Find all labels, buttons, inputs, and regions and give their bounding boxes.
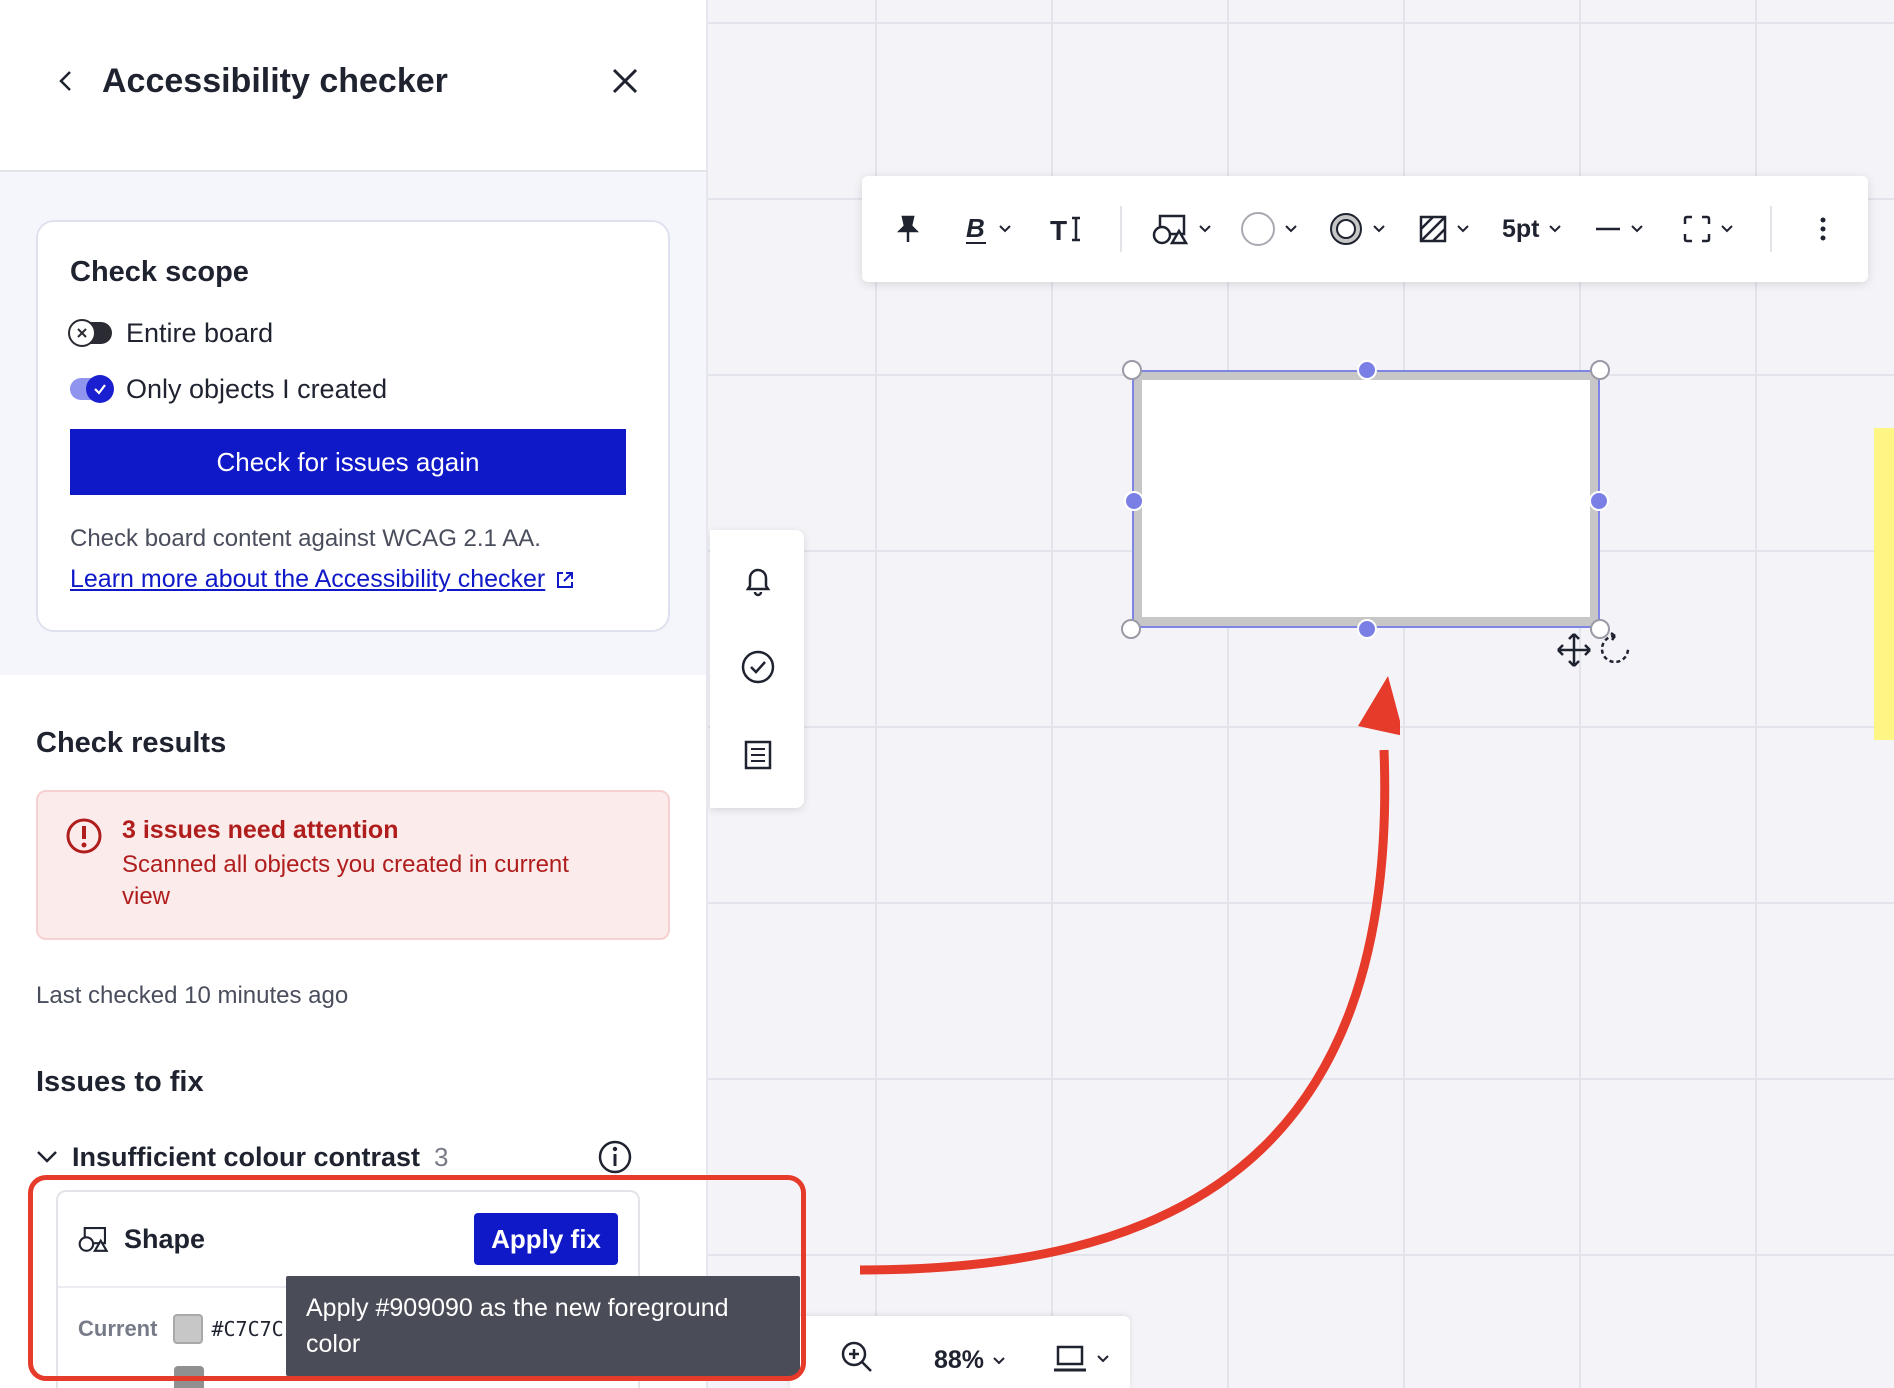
shape-frame-dropdown[interactable] (1682, 206, 1734, 252)
bell-icon[interactable] (740, 562, 776, 598)
sticky-note[interactable] (1874, 428, 1894, 740)
border-style-dropdown[interactable] (1418, 206, 1470, 252)
suggested-color-swatch (174, 1366, 204, 1388)
info-icon[interactable] (597, 1139, 633, 1175)
category-label: Insufficient colour contrast (72, 1141, 421, 1172)
toggle-switch-off[interactable] (68, 319, 112, 347)
connector-handle-top[interactable] (1357, 360, 1377, 380)
option-label: Entire board (126, 317, 274, 348)
chevron-down-icon (1457, 225, 1469, 233)
resize-handle-bottom-left[interactable] (1121, 619, 1141, 639)
chevron-down-icon (1548, 225, 1561, 233)
back-icon[interactable] (52, 66, 80, 96)
current-color-swatch (173, 1314, 204, 1344)
apply-fix-button[interactable]: Apply fix (474, 1213, 618, 1265)
chevron-down-icon (1721, 225, 1733, 233)
resize-handle-top-left[interactable] (1122, 360, 1142, 380)
bold-dropdown[interactable]: B (964, 206, 1012, 252)
check-icon (94, 384, 106, 395)
toggle-only-my-objects[interactable]: Only objects I created (70, 361, 636, 417)
zoom-level-dropdown[interactable]: 88% (934, 1346, 1006, 1375)
issues-alert: 3 issues need attention Scanned all obje… (36, 790, 670, 940)
scope-card: Check scope Entire board Only objects I … (36, 220, 670, 632)
connector-handle-bottom[interactable] (1357, 619, 1377, 639)
zoom-in-icon[interactable] (840, 1340, 874, 1374)
selected-rectangle-shape[interactable] (1133, 371, 1599, 626)
border-color-icon (1330, 213, 1362, 245)
fill-color-dropdown[interactable] (1240, 206, 1298, 252)
svg-text:T: T (1050, 215, 1067, 244)
move-icon[interactable] (1554, 630, 1594, 670)
apply-fix-tooltip: Apply #909090 as the new foreground colo… (286, 1276, 800, 1376)
zoom-bar: 88% (790, 1316, 1130, 1388)
chevron-down-icon (37, 1151, 57, 1163)
connector-handle-left[interactable] (1124, 491, 1144, 511)
check-circle-icon[interactable] (740, 649, 776, 685)
close-icon[interactable] (608, 64, 642, 98)
laptop-icon (1054, 1345, 1086, 1372)
line-style-dropdown[interactable] (1594, 206, 1644, 252)
chevron-down-icon (1285, 225, 1297, 233)
chevron-down-icon (999, 225, 1011, 233)
pin-icon[interactable] (894, 206, 922, 252)
bold-icon: B (966, 213, 986, 244)
alert-body: Scanned all objects you created in curre… (122, 851, 569, 910)
shape-frame-icon (1683, 215, 1711, 243)
chevron-down-icon (1631, 225, 1643, 233)
scope-title: Check scope (70, 256, 249, 288)
list-icon[interactable] (740, 737, 776, 773)
accessibility-sidebar: Accessibility checker Check scope Entire… (0, 0, 708, 1388)
chevron-down-icon (1373, 225, 1385, 233)
scope-description: Check board content against WCAG 2.1 AA. (70, 525, 541, 552)
issue-card-header: Shape Apply fix (58, 1192, 638, 1288)
border-style-icon (1419, 215, 1447, 243)
option-label: Only objects I created (126, 373, 388, 404)
toggle-switch-on[interactable] (70, 375, 114, 403)
rotate-icon[interactable] (1598, 632, 1632, 666)
external-link-icon (557, 571, 574, 588)
alert-title: 3 issues need attention (122, 816, 399, 844)
device-view-dropdown[interactable] (1052, 1344, 1110, 1374)
annotation-arrow (859, 676, 1400, 1275)
current-label: Current (78, 1316, 158, 1341)
more-icon[interactable] (1818, 206, 1828, 252)
category-count: 3 (434, 1141, 449, 1172)
last-checked: Last checked 10 minutes ago (36, 982, 349, 1009)
check-again-button[interactable]: Check for issues again (70, 429, 626, 495)
x-icon (77, 328, 87, 338)
toggle-entire-board[interactable]: Entire board (68, 305, 636, 361)
border-color-dropdown[interactable] (1328, 206, 1386, 252)
zoom-level: 88% (934, 1346, 985, 1374)
issues-title: Issues to fix (36, 1066, 204, 1098)
shape-type-dropdown[interactable] (1152, 206, 1212, 252)
error-icon (66, 818, 102, 854)
text-style-icon[interactable]: T (1050, 206, 1086, 252)
line-style-icon (1596, 227, 1620, 231)
svg-text:B: B (966, 213, 985, 243)
results-section: Check results 3 issues need attention Sc… (0, 727, 706, 1177)
issue-category-contrast[interactable]: Insufficient colour contrast 3 (36, 1137, 670, 1177)
chevron-down-icon (1097, 1355, 1109, 1363)
scope-section: Check scope Entire board Only objects I … (0, 172, 706, 675)
shape-toolbar: B T 5pt (862, 176, 1868, 282)
connector-handle-right[interactable] (1589, 491, 1609, 511)
shape-icon (1152, 214, 1189, 245)
shape-icon (78, 1227, 109, 1252)
issue-object-name: Shape (124, 1223, 206, 1254)
current-color-hex: #C7C7C (211, 1317, 284, 1341)
resize-handle-top-right[interactable] (1590, 360, 1610, 380)
chevron-down-icon (993, 1356, 1005, 1364)
side-rail (710, 530, 804, 808)
sidebar-header: Accessibility checker (0, 0, 706, 172)
fill-color-icon (1241, 212, 1275, 246)
stroke-width-dropdown[interactable]: 5pt (1502, 206, 1562, 252)
learn-more-link[interactable]: Learn more about the Accessibility check… (70, 565, 575, 594)
stroke-width-value: 5pt (1502, 214, 1540, 243)
sidebar-title: Accessibility checker (102, 62, 448, 100)
chevron-down-icon (1199, 225, 1211, 233)
learn-more-label: Learn more about the Accessibility check… (70, 565, 546, 593)
results-title: Check results (36, 727, 227, 759)
